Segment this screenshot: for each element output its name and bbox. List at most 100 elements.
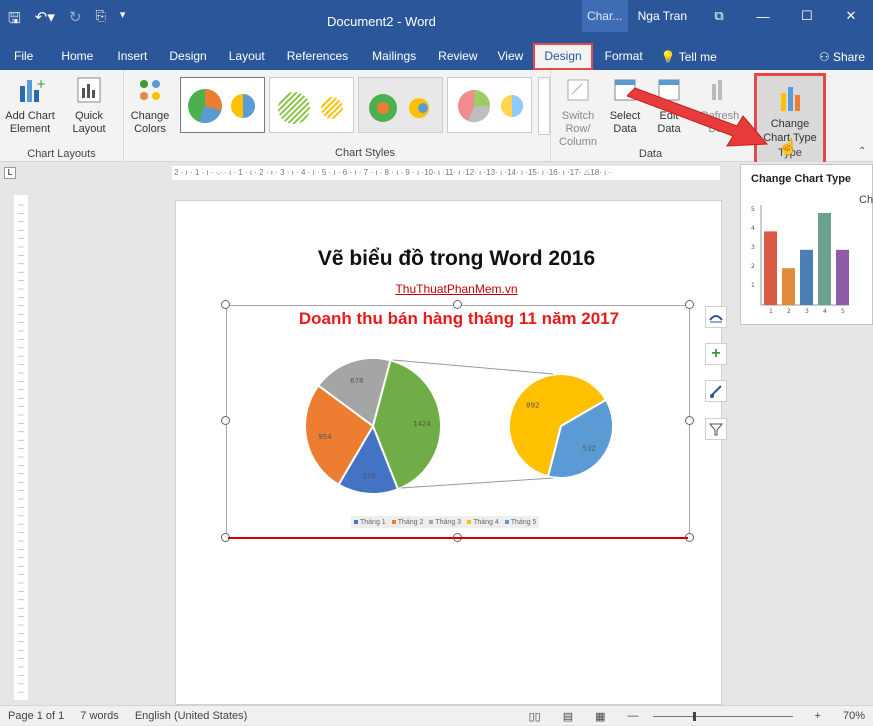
maximize-button[interactable]: ☐ <box>785 0 829 32</box>
chart-tools-context: Char... <box>581 0 628 32</box>
chart-styles-brush-icon[interactable] <box>705 380 727 402</box>
tab-chart-design[interactable]: Design <box>533 43 593 70</box>
switch-row-column-icon <box>562 74 594 106</box>
data-label: 678 <box>350 377 363 385</box>
data-label: 954 <box>318 433 332 441</box>
x-tick-label: 5 <box>841 308 845 315</box>
resize-handle-t[interactable] <box>453 300 462 309</box>
quick-access-toolbar: 🖫 ↶▾ ↻ ⎘ ▾ <box>8 8 125 33</box>
chart-legend[interactable]: Tháng 1 Tháng 2 Tháng 3 Tháng 4 Tháng 5 <box>351 516 540 528</box>
close-button[interactable]: ✕ <box>829 0 873 32</box>
y-tick-label: 4 <box>751 225 755 232</box>
preview-bar <box>836 249 849 305</box>
resize-handle-tr[interactable] <box>685 300 694 309</box>
tab-layout[interactable]: Layout <box>219 43 275 70</box>
paste-icon[interactable]: ⎘ <box>95 8 105 33</box>
document-link[interactable]: ThuThuatPhanMem.vn <box>175 282 738 296</box>
quick-layout-button[interactable]: Quick Layout <box>60 74 118 136</box>
tab-mailings[interactable]: Mailings <box>360 43 428 70</box>
resize-handle-r[interactable] <box>685 416 694 425</box>
x-tick-label: 3 <box>805 308 809 315</box>
gallery-scrollbar[interactable] <box>538 77 550 135</box>
data-label: 516 <box>363 472 377 480</box>
zoom-out-button[interactable]: — <box>628 710 639 722</box>
tab-review[interactable]: Review <box>428 43 487 70</box>
share-button[interactable]: ⚇ Share <box>819 50 865 64</box>
undo-icon[interactable]: ↶▾ <box>35 8 55 33</box>
chart-style-2[interactable] <box>269 77 354 133</box>
zoom-in-button[interactable]: + <box>815 710 821 722</box>
y-tick-label: 2 <box>751 263 755 270</box>
connector-line <box>400 477 554 489</box>
web-layout-icon[interactable]: ▦ <box>595 710 605 723</box>
preview-bar <box>782 268 795 305</box>
chart-style-4[interactable] <box>447 77 532 133</box>
chart-elements-plus-icon[interactable]: + <box>705 343 727 365</box>
data-label: 1424 <box>413 420 431 428</box>
zoom-level[interactable]: 70% <box>843 710 865 722</box>
read-mode-icon[interactable]: ▯▯ <box>529 710 541 723</box>
chart-container[interactable]: Doanh thu bán hàng tháng 11 năm 2017 516… <box>226 305 690 538</box>
y-tick-label: 3 <box>751 244 755 251</box>
zoom-slider[interactable] <box>652 711 793 721</box>
tab-view[interactable]: View <box>488 43 534 70</box>
ribbon-tabs: File Home Insert Design Layout Reference… <box>0 43 873 70</box>
chart-style-1[interactable] <box>180 77 265 133</box>
switch-row-column-button[interactable]: Switch Row/ Column <box>553 74 603 149</box>
resize-handle-tl[interactable] <box>221 300 230 309</box>
quick-layout-icon <box>73 74 105 106</box>
tab-home[interactable]: Home <box>47 43 107 70</box>
legend-item[interactable]: Tháng 4 <box>467 519 499 526</box>
save-icon[interactable]: 🖫 <box>8 8 21 33</box>
preview-bar <box>800 249 813 305</box>
document-title: Document2 - Word <box>327 14 436 29</box>
ribbon-display-icon[interactable]: ⧉ <box>697 0 741 32</box>
lightbulb-icon: 💡 <box>660 49 679 64</box>
page-count[interactable]: Page 1 of 1 <box>8 710 64 722</box>
legend-item[interactable]: Tháng 3 <box>429 519 461 526</box>
tab-references[interactable]: References <box>275 43 360 70</box>
tab-selector-icon[interactable]: L <box>4 167 16 179</box>
change-colors-group: Change Colors <box>124 70 176 162</box>
tab-design[interactable]: Design <box>157 43 218 70</box>
legend-item[interactable]: Tháng 2 <box>391 519 423 526</box>
x-tick-label: 4 <box>823 308 827 315</box>
add-chart-element-icon: + <box>14 74 46 106</box>
tab-chart-format[interactable]: Format <box>592 43 655 70</box>
customize-qat-icon[interactable]: ▾ <box>120 8 126 33</box>
mouse-cursor-icon: ☝ <box>778 139 798 156</box>
language-status[interactable]: English (United States) <box>135 710 248 722</box>
preview-bar <box>764 231 777 305</box>
change-chart-type-icon <box>774 83 806 115</box>
pie-chart[interactable]: 516 954 678 1424 892 532 <box>227 306 691 539</box>
data-label: 892 <box>526 402 539 410</box>
layout-options-icon[interactable] <box>705 306 727 328</box>
resize-handle-l[interactable] <box>221 416 230 425</box>
print-layout-icon[interactable]: ▤ <box>563 710 573 723</box>
legend-item[interactable]: Tháng 1 <box>354 519 386 526</box>
redo-icon[interactable]: ↻ <box>69 8 82 33</box>
change-colors-button[interactable]: Change Colors <box>128 74 172 136</box>
add-chart-element-button[interactable]: + Add Chart Element <box>2 74 58 136</box>
tooltip-preview-chart: 5 4 3 2 1 1 2 3 4 5 <box>751 205 849 315</box>
connector-line <box>392 359 554 375</box>
horizontal-ruler[interactable]: 2 · ı · 1 · ı · ⌵ · ı · 1 · ı · 2 · ı · … <box>172 166 720 180</box>
tell-me-box[interactable]: 💡 Tell me <box>661 50 717 64</box>
data-label: 532 <box>582 444 595 452</box>
collapse-ribbon-icon[interactable]: ⌃ <box>858 146 866 157</box>
minimize-button[interactable]: — <box>741 0 785 32</box>
x-tick-label: 1 <box>769 308 773 315</box>
legend-item[interactable]: Tháng 5 <box>504 519 536 526</box>
change-chart-type-tooltip: Change Chart Type Ch 5432112345 <box>740 164 873 325</box>
tab-file[interactable]: File <box>0 43 47 70</box>
tab-insert[interactable]: Insert <box>107 43 157 70</box>
document-heading[interactable]: Vẽ biểu đồ trong Word 2016 <box>175 247 738 271</box>
user-name[interactable]: Nga Tran <box>638 9 687 23</box>
chart-style-3[interactable] <box>358 77 443 133</box>
vertical-ruler[interactable] <box>14 195 28 701</box>
word-count[interactable]: 7 words <box>80 710 119 722</box>
x-tick-label: 2 <box>787 308 791 315</box>
preview-bar <box>818 213 831 305</box>
palette-icon <box>134 74 166 106</box>
chart-filters-icon[interactable] <box>705 418 727 440</box>
